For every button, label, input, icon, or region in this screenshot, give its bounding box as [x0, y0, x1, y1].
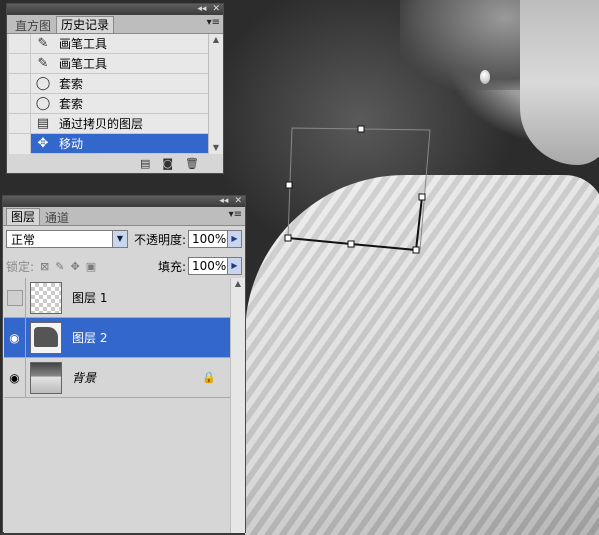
- transform-handle[interactable]: [357, 125, 365, 133]
- lock-fill-row: 锁定: ⊠ ✎ ✥ ▣ 填充: 100% ▶: [6, 256, 242, 276]
- layers-titlebar[interactable]: ◂◂ ✕: [3, 196, 245, 207]
- history-footer: ▤ ◙ 🗑: [7, 154, 223, 173]
- history-item-label: 画笔工具: [59, 37, 108, 51]
- lock-move-icon[interactable]: ✥: [70, 260, 79, 273]
- brush-icon: ✎: [37, 56, 49, 71]
- eye-icon: ◉: [9, 370, 20, 385]
- fill-label: 填充:: [157, 259, 186, 274]
- history-item[interactable]: ▤ 通过拷贝的图层: [9, 113, 215, 134]
- history-item[interactable]: ✎ 画笔工具: [9, 53, 215, 74]
- layer-thumbnail: [30, 361, 62, 394]
- chevron-down-icon[interactable]: ▼: [111, 231, 127, 247]
- layers-tabs: 图层 通道 ▾≡: [3, 207, 245, 226]
- transform-handle[interactable]: [412, 246, 420, 254]
- layer-row[interactable]: ◉ 背景 🔒: [4, 357, 232, 398]
- blend-opacity-row: 正常 ▼ 不透明度: 100% ▶: [6, 229, 242, 249]
- trash-icon[interactable]: 🗑: [185, 157, 199, 170]
- history-item[interactable]: ✎ 画笔工具: [9, 34, 215, 54]
- history-item-label: 套索: [59, 97, 84, 111]
- visibility-toggle[interactable]: ◉: [4, 317, 26, 358]
- panel-menu-icon[interactable]: ▾≡: [229, 209, 242, 220]
- history-item-label: 移动: [59, 137, 84, 151]
- visibility-toggle[interactable]: [4, 277, 26, 318]
- layers-scrollbar[interactable]: ▲: [230, 278, 245, 533]
- brush-icon: ✎: [37, 36, 49, 51]
- opacity-input[interactable]: 100%: [188, 230, 228, 248]
- blend-mode-select[interactable]: 正常 ▼: [6, 230, 128, 248]
- history-source-box[interactable]: [9, 93, 31, 114]
- lock-brush-icon[interactable]: ✎: [55, 260, 64, 273]
- lock-label: 锁定:: [6, 259, 35, 274]
- history-source-box[interactable]: [9, 73, 31, 94]
- opacity-label: 不透明度:: [133, 232, 187, 247]
- transform-handle[interactable]: [285, 181, 293, 189]
- history-titlebar[interactable]: ◂◂ ✕: [7, 4, 223, 15]
- history-source-box[interactable]: [9, 53, 31, 74]
- layer-name: 图层 2: [72, 331, 108, 345]
- layer-thumbnail: [30, 281, 62, 314]
- history-source-box[interactable]: [9, 113, 31, 134]
- history-scrollbar[interactable]: ▲ ▼: [208, 34, 223, 154]
- camera-icon[interactable]: ◙: [162, 157, 173, 170]
- new-document-icon[interactable]: ▤: [140, 157, 150, 170]
- visibility-off-box: [6, 289, 23, 306]
- blend-mode-value: 正常: [11, 232, 36, 247]
- lasso-icon: ◯: [35, 96, 51, 111]
- transform-handle[interactable]: [418, 193, 426, 201]
- layer-name: 图层 1: [72, 291, 108, 305]
- document-icon: ▤: [36, 116, 50, 131]
- fill-slider-button[interactable]: ▶: [228, 257, 242, 275]
- history-source-box[interactable]: [9, 133, 31, 154]
- history-source-box[interactable]: [9, 34, 31, 54]
- tab-channels[interactable]: 通道: [40, 209, 74, 225]
- close-icon[interactable]: ✕: [212, 4, 220, 15]
- layers-list: 图层 1 ◉ 图层 2 ◉ 背景 🔒: [4, 277, 232, 533]
- history-list: ✎ 画笔工具 ✎ 画笔工具 ◯ 套索 ◯ 套索 ▤ 通过拷贝的图层 ✥ 移动: [9, 34, 215, 154]
- history-tabs: 直方图 历史记录 ▾≡: [7, 15, 223, 34]
- tab-histogram[interactable]: 直方图: [10, 17, 56, 33]
- layer-name: 背景: [72, 371, 97, 385]
- layer-thumbnail: [30, 321, 62, 354]
- history-item-label: 画笔工具: [59, 57, 108, 71]
- collapse-icon[interactable]: ◂◂: [219, 196, 228, 207]
- tab-layers[interactable]: 图层: [6, 208, 41, 225]
- lock-all-icon[interactable]: ▣: [86, 260, 96, 273]
- visibility-toggle[interactable]: ◉: [4, 357, 26, 398]
- panel-menu-icon[interactable]: ▾≡: [207, 17, 220, 28]
- opacity-slider-button[interactable]: ▶: [228, 230, 242, 248]
- lasso-icon: ◯: [35, 76, 51, 91]
- history-item-label: 套索: [59, 77, 84, 91]
- scroll-up-icon[interactable]: ▲: [231, 278, 245, 290]
- layers-panel: ◂◂ ✕ 图层 通道 ▾≡ 正常 ▼ 不透明度: 100% ▶ 锁定: ⊠ ✎ …: [2, 195, 246, 533]
- lock-icon: 🔒: [202, 371, 216, 384]
- history-panel: ◂◂ ✕ 直方图 历史记录 ▾≡ ✎ 画笔工具 ✎ 画笔工具 ◯ 套索 ◯ 套索: [6, 3, 224, 174]
- history-item-selected[interactable]: ✥ 移动: [9, 133, 215, 154]
- history-item[interactable]: ◯ 套索: [9, 93, 215, 114]
- eye-icon: ◉: [9, 330, 20, 345]
- fill-input[interactable]: 100%: [188, 257, 228, 275]
- tab-history[interactable]: 历史记录: [56, 16, 115, 33]
- collapse-icon[interactable]: ◂◂: [197, 4, 206, 15]
- lock-transparent-icon[interactable]: ⊠: [40, 260, 49, 273]
- move-icon: ✥: [37, 136, 49, 151]
- layer-row[interactable]: 图层 1: [4, 277, 232, 318]
- transform-handle[interactable]: [284, 234, 292, 242]
- transform-handle[interactable]: [347, 240, 355, 248]
- layer-row-selected[interactable]: ◉ 图层 2: [4, 317, 232, 358]
- close-icon[interactable]: ✕: [234, 196, 242, 207]
- scroll-down-icon[interactable]: ▼: [209, 142, 223, 154]
- scroll-up-icon[interactable]: ▲: [209, 34, 223, 46]
- history-item[interactable]: ◯ 套索: [9, 73, 215, 94]
- history-item-label: 通过拷贝的图层: [59, 117, 144, 131]
